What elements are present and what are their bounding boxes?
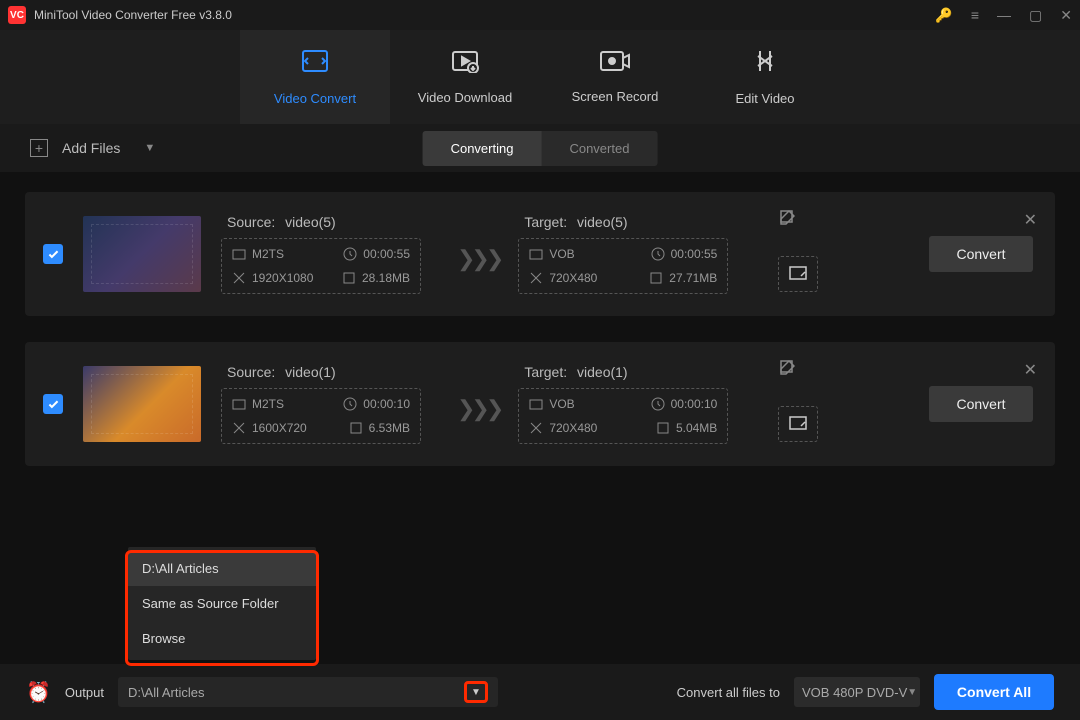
output-caret-icon[interactable]: ▼ — [464, 681, 488, 703]
toolbar: + Add Files ▼ Converting Converted — [0, 124, 1080, 172]
tab-converting[interactable]: Converting — [423, 131, 542, 166]
output-option-browse[interactable]: Browse — [128, 621, 316, 656]
src-size: 6.53MB — [369, 421, 410, 435]
tgt-format: VOB — [549, 397, 574, 411]
arrow-icon: ❯❯❯ — [457, 246, 500, 294]
record-icon — [599, 50, 631, 79]
src-format: M2TS — [252, 397, 284, 411]
output-path-value: D:\All Articles — [128, 685, 205, 700]
output-path-select[interactable]: D:\All Articles ▼ — [118, 677, 498, 707]
close-window-icon[interactable]: ✕ — [1060, 7, 1072, 24]
src-resolution: 1920X1080 — [252, 271, 313, 285]
checkbox[interactable] — [43, 244, 63, 264]
tgt-duration: 00:00:10 — [671, 397, 718, 411]
convert-all-label: Convert all files to — [677, 685, 780, 700]
target-label: Target: — [524, 364, 567, 380]
maximize-icon[interactable]: ▢ — [1029, 7, 1042, 24]
file-card: Source: video(1) M2TS 00:00:10 1600X720 … — [25, 342, 1055, 466]
src-format: M2TS — [252, 247, 284, 261]
tgt-size: 5.04MB — [676, 421, 717, 435]
tgt-duration: 00:00:55 — [671, 247, 718, 261]
edit-video-icon — [752, 48, 778, 81]
output-option-same-folder[interactable]: Same as Source Folder — [128, 586, 316, 621]
tgt-size: 27.71MB — [669, 271, 717, 285]
target-name: video(1) — [577, 364, 628, 380]
src-resolution: 1600X720 — [252, 421, 307, 435]
source-name: video(5) — [285, 214, 336, 230]
convert-icon — [300, 48, 330, 81]
tgt-resolution: 720X480 — [549, 421, 597, 435]
output-option-recent[interactable]: D:\All Articles — [128, 551, 316, 586]
convert-button[interactable]: Convert — [929, 236, 1033, 272]
output-dropdown-menu: D:\All Articles Same as Source Folder Br… — [128, 547, 316, 660]
tab-edit-video[interactable]: Edit Video — [690, 30, 840, 124]
src-duration: 00:00:55 — [363, 247, 410, 261]
tab-converted[interactable]: Converted — [541, 131, 657, 166]
target-label: Target: — [524, 214, 567, 230]
arrow-icon: ❯❯❯ — [457, 396, 500, 444]
convert-all-button[interactable]: Convert All — [934, 674, 1054, 710]
format-select[interactable]: VOB 480P DVD-V ▼ — [794, 677, 920, 707]
src-size: 28.18MB — [362, 271, 410, 285]
video-thumbnail[interactable] — [83, 216, 201, 292]
chevron-down-icon: ▼ — [907, 687, 917, 698]
tgt-resolution: 720X480 — [549, 271, 597, 285]
target-block: Target: video(1) VOB 00:00:10 720X480 5.… — [518, 364, 818, 444]
tgt-format: VOB — [549, 247, 574, 261]
source-label: Source: — [227, 364, 275, 380]
minimize-icon[interactable]: — — [997, 7, 1011, 23]
target-settings-button[interactable] — [778, 256, 818, 292]
tab-label: Edit Video — [735, 91, 794, 106]
schedule-icon[interactable]: ⏰ — [26, 680, 51, 705]
convert-button[interactable]: Convert — [929, 386, 1033, 422]
source-name: video(1) — [285, 364, 336, 380]
tab-screen-record[interactable]: Screen Record — [540, 30, 690, 124]
source-block: Source: video(5) M2TS 00:00:55 1920X1080… — [221, 214, 451, 294]
download-icon — [450, 49, 480, 80]
tab-label: Video Convert — [274, 91, 356, 106]
titlebar: VC MiniTool Video Converter Free v3.8.0 … — [0, 0, 1080, 30]
key-icon[interactable]: 🔑 — [935, 7, 952, 24]
tab-video-download[interactable]: Video Download — [390, 30, 540, 124]
window-title: MiniTool Video Converter Free v3.8.0 — [34, 8, 935, 22]
hamburger-icon[interactable]: ≡ — [971, 7, 979, 23]
app-logo: VC — [8, 6, 26, 24]
tab-label: Screen Record — [572, 89, 659, 104]
add-files-button[interactable]: + Add Files ▼ — [30, 139, 155, 157]
remove-icon[interactable]: ✕ — [1024, 360, 1037, 380]
bottombar: ⏰ Output D:\All Articles ▼ Convert all f… — [0, 664, 1080, 720]
target-settings-button[interactable] — [778, 406, 818, 442]
file-card: Source: video(5) M2TS 00:00:55 1920X1080… — [25, 192, 1055, 316]
status-tabs: Converting Converted — [423, 131, 658, 166]
src-duration: 00:00:10 — [363, 397, 410, 411]
output-label: Output — [65, 685, 104, 700]
add-files-label: Add Files — [62, 140, 120, 156]
tab-label: Video Download — [418, 90, 512, 105]
format-value: VOB 480P DVD-V — [802, 685, 907, 700]
source-block: Source: video(1) M2TS 00:00:10 1600X720 … — [221, 364, 451, 444]
file-list: Source: video(5) M2TS 00:00:55 1920X1080… — [0, 172, 1080, 466]
plus-icon: + — [30, 139, 48, 157]
checkbox[interactable] — [43, 394, 63, 414]
tab-video-convert[interactable]: Video Convert — [240, 30, 390, 124]
target-name: video(5) — [577, 214, 628, 230]
edit-icon[interactable] — [780, 210, 795, 230]
target-block: Target: video(5) VOB 00:00:55 720X480 27… — [518, 214, 818, 294]
video-thumbnail[interactable] — [83, 366, 201, 442]
nav-tabs: Video Convert Video Download Screen Reco… — [0, 30, 1080, 124]
remove-icon[interactable]: ✕ — [1024, 210, 1037, 230]
source-label: Source: — [227, 214, 275, 230]
edit-icon[interactable] — [780, 360, 795, 380]
chevron-down-icon[interactable]: ▼ — [144, 142, 155, 154]
